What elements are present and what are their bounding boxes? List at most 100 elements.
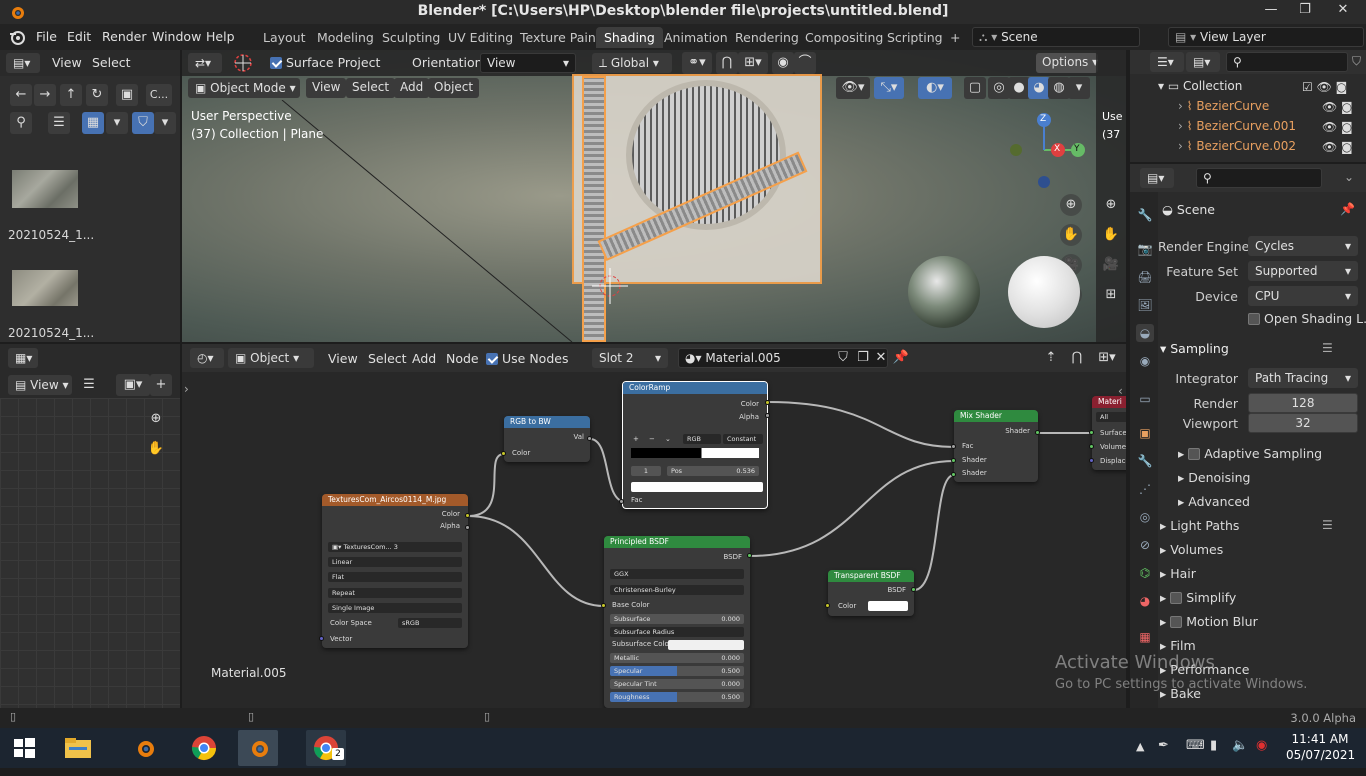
sampling-expand-icon[interactable]: ▾ xyxy=(1160,341,1170,356)
tab-animation[interactable]: Animation xyxy=(656,27,736,48)
snap-magnet-icon[interactable]: ⋂ xyxy=(716,52,738,74)
collection-row[interactable]: ▾ ▭ Collection xyxy=(1158,79,1242,93)
source-dropdown[interactable]: Single Image xyxy=(328,603,462,613)
image-thumbnail-2[interactable] xyxy=(12,270,78,306)
close-button[interactable]: ✕ xyxy=(1328,2,1358,22)
interpolation-dropdown[interactable]: Linear xyxy=(328,557,462,567)
object-mode-dropdown[interactable]: ▣ Object Mode ▾ xyxy=(188,78,300,98)
keyboard-icon[interactable]: ⌨ xyxy=(1186,738,1205,753)
world-tab-icon[interactable]: ◉ xyxy=(1136,352,1154,370)
motion-blur-checkbox[interactable] xyxy=(1170,616,1183,628)
view-mode-dropdown[interactable]: ▤ View ▾ xyxy=(8,375,72,395)
gizmo-toggle-icon[interactable]: ⤡▾ xyxy=(874,77,904,99)
transparent-bsdf-node[interactable]: Transparent BSDF BSDF Color xyxy=(828,570,914,616)
sampling-presets-icon[interactable]: ☰ xyxy=(1322,341,1333,355)
pin-context-icon[interactable]: 📌 xyxy=(1340,202,1355,216)
overlay-toggle-icon[interactable]: ◐▾ xyxy=(918,77,952,99)
forward-arrow-icon[interactable]: → xyxy=(34,84,56,106)
volumes-panel[interactable]: ▸ Volumes xyxy=(1160,542,1223,557)
blender-active-taskbar-icon[interactable] xyxy=(238,730,278,766)
socket-image-vector[interactable] xyxy=(319,636,324,641)
material-tab-icon[interactable]: ◕ xyxy=(1136,592,1154,610)
outliner-item-beziercurve[interactable]: › ⌇ BezierCurve xyxy=(1178,99,1269,113)
surface-project-toggle[interactable]: Surface Project xyxy=(270,55,380,70)
film-panel[interactable]: ▸ Film xyxy=(1160,638,1196,653)
view-layer-selector[interactable]: ▤ ▾ View Layer xyxy=(1168,27,1364,47)
parent-dir-icon[interactable]: ↑ xyxy=(60,84,82,106)
filter-dropdown-icon[interactable]: ▾ xyxy=(154,112,176,134)
specular-slider[interactable]: Specular 0.500 xyxy=(610,666,744,676)
outliner-filter-icon[interactable]: ⛉ xyxy=(1352,54,1361,69)
menu-edit[interactable]: Edit xyxy=(67,29,91,44)
view-layer-tab-icon[interactable]: 🖼 xyxy=(1136,296,1154,314)
tab-layout[interactable]: Layout xyxy=(255,27,314,48)
ramp-pos-field[interactable]: Pos 0.536 xyxy=(667,466,759,476)
menu-help[interactable]: Help xyxy=(206,29,235,44)
advanced-expand-icon[interactable]: ▸ xyxy=(1178,494,1188,509)
tool-tab-icon[interactable]: 🔧 xyxy=(1136,206,1154,224)
material-preview-icon[interactable]: ◕ xyxy=(1028,77,1050,99)
mix-shader-title[interactable]: Mix Shader xyxy=(954,410,1038,422)
minimize-button[interactable]: — xyxy=(1256,2,1286,22)
extension-dropdown[interactable]: Repeat xyxy=(328,588,462,598)
rendered-shading-icon[interactable]: ◍ xyxy=(1048,77,1070,99)
particles-tab-icon[interactable]: ⋰ xyxy=(1136,480,1154,498)
socket-image-color[interactable] xyxy=(465,513,470,518)
film-expand-icon[interactable]: ▸ xyxy=(1160,638,1170,653)
collection-expand-icon[interactable]: ▾ xyxy=(1158,79,1168,93)
motion-blur-panel[interactable]: ▸ Motion Blur xyxy=(1160,614,1258,629)
feature-set-dropdown[interactable]: Supported ▾ xyxy=(1248,261,1358,281)
color-ramp-gradient[interactable] xyxy=(631,448,759,458)
blender-menu-icon[interactable] xyxy=(8,28,26,46)
item-expand-icon-1[interactable]: › xyxy=(1178,119,1187,133)
properties-type-icon[interactable]: ▤▾ xyxy=(1140,168,1174,188)
motion-blur-expand-icon[interactable]: ▸ xyxy=(1160,614,1170,629)
ramp-stop-index[interactable]: 1 xyxy=(631,466,661,476)
data-tab-icon[interactable]: ⌬ xyxy=(1136,564,1154,582)
item-visibility-icon-1[interactable]: 👁 ◙ xyxy=(1322,120,1353,134)
hamburger-icon[interactable]: ☰ xyxy=(78,374,100,396)
specular-tint-slider[interactable]: Specular Tint 0.000 xyxy=(610,679,744,689)
subsurface-method-dropdown[interactable]: Christensen-Burley xyxy=(610,585,744,595)
ramp-color-mode[interactable]: RGB xyxy=(683,434,721,444)
show-hidden-icons-icon[interactable]: ▲ xyxy=(1136,740,1144,753)
proportional-edit-icon[interactable]: ◉ xyxy=(772,52,794,74)
socket-ramp-color[interactable] xyxy=(765,400,770,405)
render-samples-field[interactable]: 128 xyxy=(1248,393,1358,413)
viewport-pan-icon[interactable]: ✋ xyxy=(1060,224,1082,246)
output-tab-icon[interactable]: 🖨 xyxy=(1136,268,1154,286)
properties-search[interactable]: ⚲ xyxy=(1196,168,1322,188)
integrator-dropdown[interactable]: Path Tracing ▾ xyxy=(1248,368,1358,388)
split-zoom-icon[interactable]: ⊕ xyxy=(1100,194,1122,216)
tab-sculpting[interactable]: Sculpting xyxy=(374,27,448,48)
solid-shading-icon[interactable]: ● xyxy=(1008,77,1030,99)
remove-stop-button[interactable]: − xyxy=(649,435,659,443)
tab-uv-editing[interactable]: UV Editing xyxy=(440,27,521,48)
image-browse-icon[interactable]: ▣▾ xyxy=(116,374,150,396)
transparent-color-swatch[interactable] xyxy=(868,601,908,611)
osl-checkbox[interactable] xyxy=(1248,313,1260,325)
socket-mix-shader-2[interactable] xyxy=(951,472,956,477)
socket-output-displacement[interactable] xyxy=(1089,458,1094,463)
pivot-point-icon[interactable]: ⚭▾ xyxy=(682,52,712,74)
split-perspective-icon[interactable]: ⊞ xyxy=(1100,284,1122,306)
outliner-item-beziercurve-001[interactable]: › ⌇ BezierCurve.001 xyxy=(1178,119,1296,133)
outliner-display-mode-icon[interactable]: ▤▾ xyxy=(1186,52,1220,72)
distribution-dropdown[interactable]: GGX xyxy=(610,569,744,579)
hair-panel[interactable]: ▸ Hair xyxy=(1160,566,1196,581)
subsurface-slider[interactable]: Subsurface 0.000 xyxy=(610,614,744,624)
socket-principled-base-color[interactable] xyxy=(601,603,606,608)
roughness-slider[interactable]: Roughness 0.500 xyxy=(610,692,744,702)
file-explorer-icon[interactable] xyxy=(58,730,98,766)
modifier-tab-icon[interactable]: 🔧 xyxy=(1136,452,1154,470)
tab-shading[interactable]: Shading xyxy=(596,27,663,48)
pen-icon[interactable]: ✒ xyxy=(1158,738,1169,753)
chrome-group-taskbar-icon[interactable]: 2 xyxy=(306,730,346,766)
rgb-to-bw-node[interactable]: RGB to BW Val Color xyxy=(504,416,590,462)
xray-toggle-icon[interactable]: ▢ xyxy=(964,77,986,99)
new-image-icon[interactable]: + xyxy=(150,374,172,396)
color-space-dropdown[interactable]: sRGB xyxy=(398,618,462,628)
viewport-menu-object[interactable]: Object xyxy=(428,78,480,98)
properties-options-icon[interactable]: ⌄ xyxy=(1344,170,1354,184)
split-camera-icon[interactable]: 🎥 xyxy=(1100,254,1122,276)
